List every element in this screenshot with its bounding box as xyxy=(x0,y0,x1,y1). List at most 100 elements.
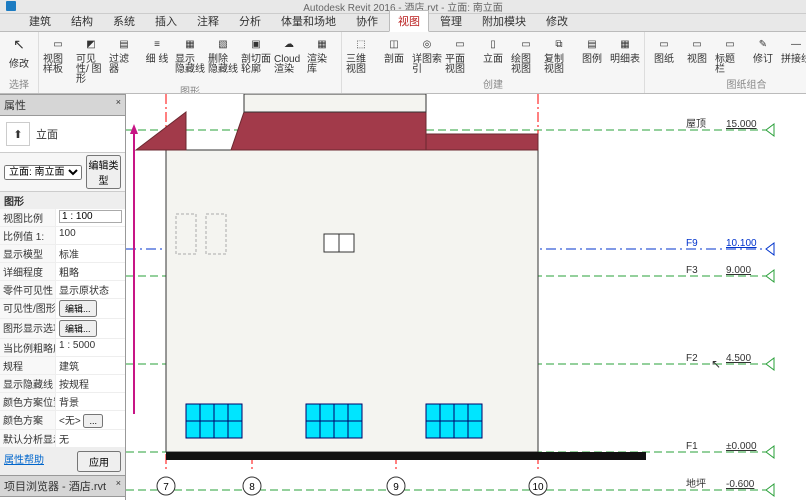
property-row[interactable]: 视图比例 xyxy=(0,209,125,227)
property-row[interactable]: 零件可见性显示原状态 xyxy=(0,281,125,299)
property-value[interactable]: 标准 xyxy=(56,245,125,262)
edit-type-button[interactable]: 编辑类型 xyxy=(86,155,121,189)
level-name[interactable]: 地坪 xyxy=(686,477,706,490)
ribbon-icon: ✎ xyxy=(753,34,773,54)
level-name[interactable]: F3 xyxy=(686,265,698,276)
ribbon-button[interactable]: ▦明细表 xyxy=(610,34,640,75)
level-elevation[interactable]: 4.500 xyxy=(726,353,751,364)
property-value[interactable]: 粗略 xyxy=(56,263,125,280)
ribbon-button[interactable]: ◎详图索引 xyxy=(412,34,442,75)
ribbon-button[interactable]: ✎修订 xyxy=(748,34,778,75)
ribbon-button[interactable]: ▤图例 xyxy=(577,34,607,75)
instance-selector[interactable]: 立面: 南立面 xyxy=(4,165,82,180)
ribbon-button[interactable]: ▦渲染 库 xyxy=(307,34,337,85)
tab-view[interactable]: 视图 xyxy=(389,10,429,32)
level-elevation[interactable]: 10.100 xyxy=(726,238,757,249)
property-value[interactable]: 编辑... xyxy=(56,299,125,318)
ribbon-button[interactable]: ☁Cloud 渲染 xyxy=(274,34,304,85)
browser-header[interactable]: 项目浏览器 - 酒店.rvt × xyxy=(0,475,125,497)
property-value[interactable]: 显示原状态 xyxy=(56,281,125,298)
elevation-drawing[interactable]: 78910 屋顶15.000F910.100F39.000F24.500F1±0… xyxy=(126,94,806,500)
type-selector[interactable]: ⬆ 立面 xyxy=(0,116,125,152)
edit-button[interactable]: 编辑... xyxy=(59,300,97,317)
ribbon-button[interactable]: ▣剖切面 轮廓 xyxy=(241,34,271,85)
property-row[interactable]: 默认分析显示...无 xyxy=(0,430,125,448)
ribbon-button[interactable]: ◫剖面 xyxy=(379,34,409,75)
ribbon-button[interactable]: ◩可见性/ 图形 xyxy=(76,34,106,85)
ribbon-button[interactable]: ▦显示 隐藏线 xyxy=(175,34,205,85)
property-row[interactable]: 当比例粗略度...1 : 5000 xyxy=(0,339,125,357)
help-link[interactable]: 属性帮助 xyxy=(4,451,44,466)
ribbon-button[interactable]: ▭标题 栏 xyxy=(715,34,745,75)
close-icon[interactable]: × xyxy=(116,97,121,113)
btn-label: 拼接线 xyxy=(781,55,806,65)
ribbon-button[interactable]: ▭平面 视图 xyxy=(445,34,475,75)
property-value[interactable]: 无 xyxy=(56,430,125,447)
tab-structure[interactable]: 结构 xyxy=(62,10,102,31)
level-elevation[interactable]: 15.000 xyxy=(726,119,757,130)
ribbon-button[interactable]: ▭图纸 xyxy=(649,34,679,75)
ribbon-button[interactable]: ⬚三维 视图 xyxy=(346,34,376,75)
properties-header[interactable]: 属性 × xyxy=(0,94,125,116)
tab-systems[interactable]: 系统 xyxy=(104,10,144,31)
property-row[interactable]: 详细程度粗略 xyxy=(0,263,125,281)
property-value[interactable]: 100 xyxy=(56,227,125,244)
level-name[interactable]: F9 xyxy=(686,238,698,249)
ribbon-button[interactable]: ▭视图 样板 xyxy=(43,34,73,85)
roof[interactable] xyxy=(231,112,426,150)
ribbon-button[interactable]: ⧉复制 视图 xyxy=(544,34,574,75)
ribbon-button[interactable]: ▯立面 xyxy=(478,34,508,75)
roof-right[interactable] xyxy=(426,134,538,150)
window[interactable] xyxy=(306,404,362,438)
tab-annotate[interactable]: 注释 xyxy=(188,10,228,31)
level-name[interactable]: 屋顶 xyxy=(686,118,706,130)
ground-slab[interactable] xyxy=(166,452,646,460)
property-row[interactable]: 规程建筑 xyxy=(0,357,125,375)
property-value[interactable]: 建筑 xyxy=(56,357,125,374)
property-value[interactable] xyxy=(56,209,125,226)
property-row[interactable]: 图形显示选项编辑... xyxy=(0,319,125,339)
ribbon-button[interactable]: ≡细 线 xyxy=(142,34,172,85)
tab-insert[interactable]: 插入 xyxy=(146,10,186,31)
level-elevation[interactable]: -0.600 xyxy=(726,479,755,490)
ribbon-button[interactable]: —拼接线 xyxy=(781,34,806,75)
property-row[interactable]: 比例值 1:100 xyxy=(0,227,125,245)
tab-architecture[interactable]: 建筑 xyxy=(20,10,60,31)
level-name[interactable]: F2 xyxy=(686,353,698,364)
edit-button[interactable]: 编辑... xyxy=(59,320,97,337)
property-row[interactable]: 颜色方案<无> ... xyxy=(0,411,125,430)
roof-left[interactable] xyxy=(136,112,186,150)
ribbon-button[interactable]: ▤过滤 器 xyxy=(109,34,139,85)
ribbon-button[interactable]: ▭绘图 视图 xyxy=(511,34,541,75)
tab-analyze[interactable]: 分析 xyxy=(230,10,270,31)
tab-massing[interactable]: 体量和场地 xyxy=(272,10,345,31)
level-elevation[interactable]: 9.000 xyxy=(726,265,751,276)
level-head-icon xyxy=(766,124,774,136)
browse-button[interactable]: ... xyxy=(83,414,103,428)
tab-modify[interactable]: 修改 xyxy=(537,10,577,31)
tab-manage[interactable]: 管理 xyxy=(431,10,471,31)
property-input[interactable] xyxy=(59,210,122,223)
property-row[interactable]: 可见性/图形替换编辑... xyxy=(0,299,125,319)
apply-button[interactable]: 应用 xyxy=(77,451,121,472)
window[interactable] xyxy=(426,404,482,438)
property-value[interactable]: 背景 xyxy=(56,393,125,410)
property-value[interactable]: <无> ... xyxy=(56,411,125,429)
ribbon-button[interactable]: ▭视图 xyxy=(682,34,712,75)
level-name[interactable]: F1 xyxy=(686,441,698,452)
close-icon[interactable]: × xyxy=(116,478,121,494)
tab-collab[interactable]: 协作 xyxy=(347,10,387,31)
modify-button[interactable]: ↖ 修改 xyxy=(4,34,34,70)
property-value[interactable]: 1 : 5000 xyxy=(56,339,125,356)
property-value[interactable]: 编辑... xyxy=(56,319,125,338)
property-value[interactable]: 按规程 xyxy=(56,375,125,392)
tab-addins[interactable]: 附加模块 xyxy=(473,10,535,31)
property-row[interactable]: 显示模型标准 xyxy=(0,245,125,263)
property-row[interactable]: 颜色方案位置背景 xyxy=(0,393,125,411)
parapet[interactable] xyxy=(244,94,426,112)
property-row[interactable]: 显示隐藏线按规程 xyxy=(0,375,125,393)
level-elevation[interactable]: ±0.000 xyxy=(726,441,757,452)
drawing-canvas[interactable]: 78910 屋顶15.000F910.100F39.000F24.500F1±0… xyxy=(126,94,806,500)
window[interactable] xyxy=(186,404,242,438)
ribbon-button[interactable]: ▧删除 隐藏线 xyxy=(208,34,238,85)
